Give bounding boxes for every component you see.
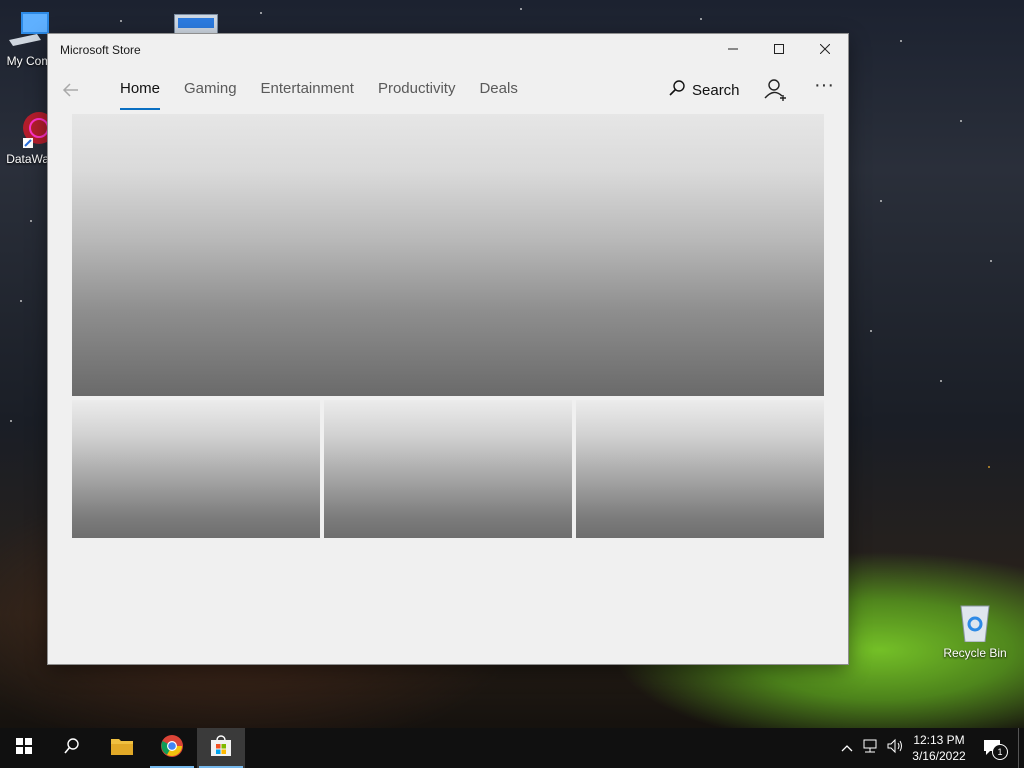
- more-options-button[interactable]: ···: [810, 74, 838, 104]
- tab-label: Productivity: [377, 80, 456, 97]
- tab-gaming[interactable]: Gaming: [172, 66, 249, 114]
- datawag-app-icon: [9, 108, 55, 148]
- tab-label: Home: [120, 80, 161, 97]
- volume-icon: [886, 738, 904, 759]
- chrome-icon: [160, 734, 184, 763]
- taskbar: 12:13 PM 3/16/2022 1: [0, 728, 1024, 768]
- clock-date: 3/16/2022: [912, 749, 966, 763]
- tab-productivity[interactable]: Productivity: [366, 66, 468, 114]
- tab-label: Deals: [479, 80, 518, 97]
- maximize-button[interactable]: [756, 34, 802, 66]
- network-icon: [862, 738, 880, 759]
- chevron-up-icon: [841, 739, 853, 757]
- tab-home[interactable]: Home: [108, 66, 172, 114]
- taskbar-microsoft-store[interactable]: [197, 728, 245, 768]
- clock[interactable]: 12:13 PM 3/16/2022: [906, 732, 972, 764]
- title-bar[interactable]: Microsoft Store: [48, 34, 848, 66]
- show-hidden-icons-button[interactable]: [838, 728, 856, 768]
- volume-control[interactable]: [884, 728, 906, 768]
- hero-banner-placeholder[interactable]: [72, 114, 824, 396]
- action-center-button[interactable]: 1: [978, 728, 1008, 768]
- taskbar-file-explorer[interactable]: [98, 728, 146, 768]
- search-label: Search: [692, 81, 740, 99]
- account-button[interactable]: [762, 76, 790, 104]
- file-explorer-icon: [110, 736, 134, 761]
- taskbar-search-button[interactable]: [48, 728, 96, 768]
- search-button[interactable]: Search: [668, 76, 740, 104]
- recycle-bin-icon: [953, 602, 997, 643]
- search-icon: [63, 737, 81, 760]
- feature-tile-placeholder[interactable]: [576, 400, 824, 538]
- show-desktop-button[interactable]: [1018, 728, 1024, 768]
- taskbar-chrome[interactable]: [148, 728, 196, 768]
- network-status[interactable]: [860, 728, 882, 768]
- account-add-icon: [762, 79, 790, 108]
- desktop-icon-partial[interactable]: [174, 14, 218, 34]
- minimize-button[interactable]: [710, 34, 756, 66]
- tab-deals[interactable]: Deals: [467, 66, 529, 114]
- window-title: Microsoft Store: [60, 43, 141, 57]
- microsoft-store-icon: [209, 734, 233, 763]
- desktop-icon-label: Recycle Bin: [943, 646, 1007, 660]
- search-icon: [668, 79, 686, 101]
- back-arrow-icon: [60, 83, 82, 105]
- notification-count-badge: 1: [992, 744, 1008, 760]
- tab-entertainment[interactable]: Entertainment: [249, 66, 366, 114]
- maximize-icon: [774, 41, 784, 59]
- close-icon: [819, 41, 831, 59]
- feature-tile-placeholder[interactable]: [324, 400, 572, 538]
- start-button[interactable]: [0, 728, 48, 768]
- computer-icon: [7, 10, 51, 50]
- tab-label: Entertainment: [260, 80, 354, 97]
- store-nav-bar: Home Gaming Entertainment Productivity D…: [48, 66, 848, 114]
- minimize-icon: [728, 41, 738, 59]
- notification-icon: 1: [982, 738, 1008, 760]
- back-button[interactable]: [60, 79, 82, 101]
- nav-tabs: Home Gaming Entertainment Productivity D…: [108, 66, 530, 114]
- feature-tile-placeholder[interactable]: [72, 400, 320, 538]
- microsoft-store-window: Microsoft Store Home Gaming Entertainmen…: [48, 34, 848, 664]
- tab-label: Gaming: [184, 80, 237, 97]
- start-icon: [16, 737, 32, 759]
- clock-time: 12:13 PM: [913, 733, 965, 747]
- desktop-icon-recycle-bin[interactable]: Recycle Bin: [940, 602, 1010, 660]
- more-icon: ···: [814, 74, 834, 96]
- close-button[interactable]: [802, 34, 848, 66]
